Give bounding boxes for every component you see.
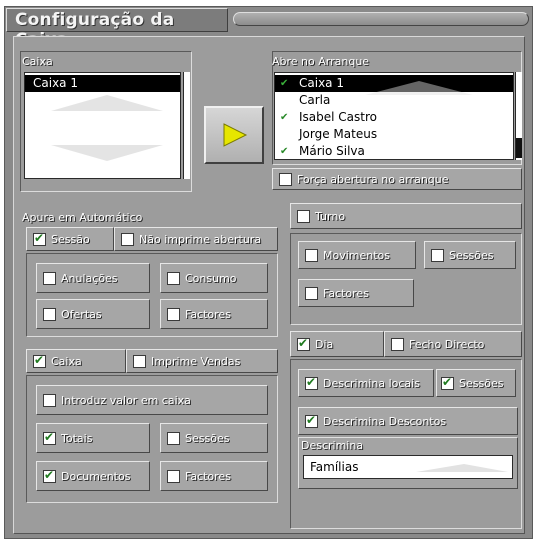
- caixa-list-scrollbar[interactable]: [183, 72, 190, 179]
- ofertas-option[interactable]: Ofertas: [36, 299, 150, 329]
- check-icon: ✔: [280, 112, 289, 123]
- title-tab: Configuração da Caixa: [6, 8, 228, 50]
- arranque-item-label: Caixa 1: [299, 76, 344, 90]
- nao-imprime-checkbox[interactable]: [121, 233, 134, 246]
- introduz-valor-option[interactable]: Introduz valor em caixa: [36, 385, 268, 415]
- factores-caixa-label: Factores: [185, 470, 231, 483]
- turno-label: Turno: [315, 210, 346, 223]
- check-icon: ✔: [280, 78, 289, 89]
- turno-sessoes-checkbox[interactable]: [431, 249, 444, 262]
- turno-option[interactable]: Turno: [290, 203, 522, 229]
- dia-option[interactable]: Dia: [290, 331, 384, 357]
- select-watermark: [416, 464, 508, 472]
- arranque-group-label: Abre no Arranque: [272, 55, 370, 68]
- imprime-vendas-checkbox[interactable]: [133, 355, 146, 368]
- scrollbar-thumb[interactable]: [516, 138, 522, 158]
- sessoes-checkbox[interactable]: [167, 432, 180, 445]
- anulacoes-option[interactable]: Anulações: [36, 263, 150, 293]
- arranque-list[interactable]: ✔ Caixa 1 Carla ✔ Isabel Castro Jorge Mate…: [274, 72, 514, 160]
- descrimina-descontos-option[interactable]: Descrimina Descontos: [298, 407, 518, 435]
- caixa-option[interactable]: Caixa: [26, 349, 126, 373]
- title-bar-rest: [233, 12, 529, 26]
- dia-checkbox[interactable]: [297, 336, 310, 351]
- caixa-checkbox[interactable]: [33, 353, 46, 368]
- movimentos-label: Movimentos: [323, 249, 391, 262]
- sessao-label: Sessão: [51, 233, 90, 246]
- turno-sessoes-option[interactable]: Sessões: [424, 241, 516, 269]
- descrimina-select[interactable]: Famílias: [303, 455, 513, 479]
- arranque-list-scrollbar[interactable]: [515, 72, 522, 160]
- caixa-group-label: Caixa: [22, 55, 53, 68]
- documentos-checkbox[interactable]: [43, 468, 56, 483]
- descrimina-locais-option[interactable]: Descrimina locais: [298, 369, 434, 397]
- caixa-list[interactable]: Caixa 1: [24, 72, 181, 179]
- anulacoes-label: Anulações: [61, 272, 118, 285]
- turno-factores-label: Factores: [323, 287, 369, 300]
- descrimina-descontos-checkbox[interactable]: [305, 413, 318, 428]
- descrimina-locais-checkbox[interactable]: [305, 375, 318, 390]
- config-window: Configuração da Caixa Caixa Caixa 1 Abre…: [4, 6, 533, 539]
- turno-factores-option[interactable]: Factores: [298, 279, 414, 307]
- ofertas-checkbox[interactable]: [43, 308, 56, 321]
- descrimina-descontos-label: Descrimina Descontos: [323, 415, 447, 428]
- add-to-arranque-button[interactable]: [204, 106, 264, 164]
- turno-checkbox[interactable]: [297, 210, 310, 223]
- caixa-list-item[interactable]: Caixa 1: [25, 75, 180, 92]
- turno-sessoes-label: Sessões: [449, 249, 494, 262]
- sessao-checkbox[interactable]: [33, 231, 46, 246]
- play-arrow-icon: [223, 123, 248, 147]
- documentos-option[interactable]: Documentos: [36, 461, 150, 491]
- introduz-valor-label: Introduz valor em caixa: [61, 394, 191, 407]
- movimentos-option[interactable]: Movimentos: [298, 241, 416, 269]
- factores-caixa-checkbox[interactable]: [167, 470, 180, 483]
- sessao-option[interactable]: Sessão: [26, 227, 114, 251]
- caixa-list-item-label: Caixa 1: [33, 76, 78, 90]
- descrimina-group: Descrimina Famílias: [298, 437, 518, 489]
- check-icon: ✔: [280, 146, 289, 157]
- descrimina-label: Descrimina: [301, 439, 364, 452]
- nao-imprime-label: Não imprime abertura: [139, 233, 262, 246]
- dia-sessoes-option[interactable]: Sessões: [436, 369, 516, 397]
- title-bar[interactable]: Configuração da Caixa: [5, 7, 532, 50]
- turno-factores-checkbox[interactable]: [305, 287, 318, 300]
- factores-option[interactable]: Factores: [160, 299, 268, 329]
- force-abertura-checkbox[interactable]: [279, 173, 292, 186]
- consumo-checkbox[interactable]: [167, 272, 180, 285]
- documentos-label: Documentos: [61, 470, 131, 483]
- force-abertura-label: Força abertura no arranque: [297, 173, 449, 186]
- sessoes-option[interactable]: Sessões: [160, 423, 268, 453]
- movimentos-checkbox[interactable]: [305, 249, 318, 262]
- factores-checkbox[interactable]: [167, 308, 180, 321]
- nao-imprime-option[interactable]: Não imprime abertura: [114, 227, 278, 251]
- list-empty-watermark: [51, 95, 163, 161]
- consumo-option[interactable]: Consumo: [160, 263, 268, 293]
- ofertas-label: Ofertas: [61, 308, 102, 321]
- imprime-vendas-label: Imprime Vendas: [151, 355, 241, 368]
- list-empty-watermark: [365, 81, 473, 95]
- dia-sessoes-label: Sessões: [459, 377, 504, 390]
- arranque-item-label: Mário Silva: [299, 144, 365, 158]
- caixa-option-label: Caixa: [51, 355, 82, 368]
- sessoes-label: Sessões: [185, 432, 230, 445]
- introduz-valor-checkbox[interactable]: [43, 394, 56, 407]
- imprime-vendas-option[interactable]: Imprime Vendas: [126, 349, 278, 373]
- fecho-directo-label: Fecho Directo: [409, 338, 485, 351]
- factores-label: Factores: [185, 308, 231, 321]
- totais-label: Totais: [61, 432, 93, 445]
- dia-label: Dia: [315, 338, 334, 351]
- totais-checkbox[interactable]: [43, 430, 56, 445]
- force-abertura-option[interactable]: Força abertura no arranque: [272, 168, 522, 190]
- consumo-label: Consumo: [185, 272, 237, 285]
- factores-caixa-option[interactable]: Factores: [160, 461, 268, 491]
- body-panel: Caixa Caixa 1 Abre no Arranque ✔ Caixa 1 …: [13, 36, 525, 534]
- arranque-item-label: Carla: [299, 93, 331, 107]
- descrimina-value: Famílias: [310, 460, 359, 474]
- fecho-directo-option[interactable]: Fecho Directo: [384, 331, 522, 357]
- anulacoes-checkbox[interactable]: [43, 272, 56, 285]
- dia-sessoes-checkbox[interactable]: [441, 375, 454, 390]
- apura-group-label: Apura em Automático: [22, 211, 143, 224]
- descrimina-locais-label: Descrimina locais: [323, 377, 420, 390]
- totais-option[interactable]: Totais: [36, 423, 150, 453]
- fecho-directo-checkbox[interactable]: [391, 338, 404, 351]
